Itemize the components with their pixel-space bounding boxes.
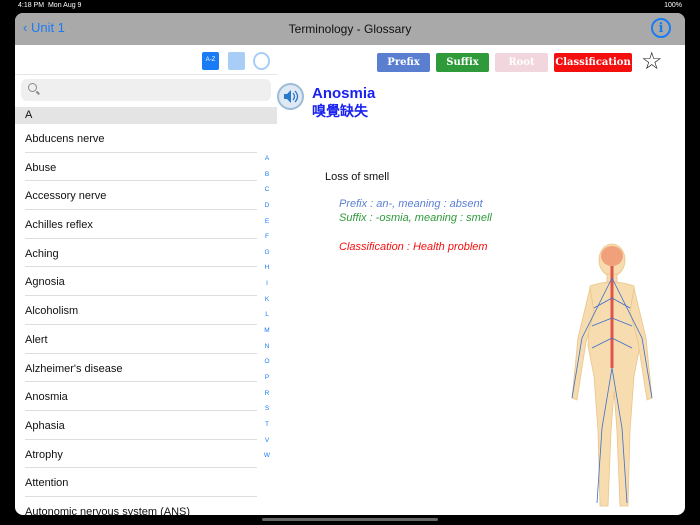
prefix-meaning: Prefix : an-, meaning : absent	[339, 198, 483, 210]
index-letter[interactable]: F	[262, 233, 272, 249]
index-letter[interactable]: K	[262, 296, 272, 312]
index-letter[interactable]: P	[262, 374, 272, 390]
index-letter[interactable]: I	[262, 280, 272, 296]
list-item[interactable]: Autonomic nervous system (ANS)	[25, 497, 257, 515]
status-date: Mon Aug 9	[47, 2, 82, 9]
page-title: Terminology - Glossary	[288, 22, 412, 36]
speaker-icon[interactable]	[277, 83, 304, 110]
term-chinese: 嗅覺缺失	[312, 104, 368, 120]
back-label: Unit 1	[30, 20, 65, 35]
status-time: 4:18 PM	[18, 2, 45, 9]
index-letter[interactable]: S	[262, 405, 272, 421]
index-letter[interactable]: N	[262, 343, 272, 359]
classification-button[interactable]: Classification	[554, 53, 632, 72]
search-icon	[28, 83, 37, 92]
bookmark-file-icon[interactable]	[228, 52, 245, 70]
list-item[interactable]: Atrophy	[25, 440, 257, 469]
alphabet-index[interactable]: ABCDEFGHIKLMNOPRSTVW	[262, 155, 272, 468]
index-letter[interactable]: T	[262, 421, 272, 437]
index-letter[interactable]: R	[262, 390, 272, 406]
status-bar: 4:18 PM Mon Aug 9 100%	[0, 0, 700, 12]
app-window: ‹ Unit 1 Terminology - Glossary i A-Z A …	[15, 13, 685, 515]
list-item[interactable]: Attention	[25, 468, 257, 497]
list-item[interactable]: Achilles reflex	[25, 210, 257, 239]
list-item[interactable]: Aching	[25, 239, 257, 268]
battery-level: 100%	[664, 2, 682, 9]
index-letter[interactable]: G	[262, 249, 272, 265]
list-item[interactable]: Agnosia	[25, 267, 257, 297]
az-sort-icon[interactable]: A-Z	[202, 52, 219, 70]
term-title: Anosmia	[312, 85, 376, 102]
index-letter[interactable]: B	[262, 171, 272, 187]
index-letter[interactable]: M	[262, 327, 272, 343]
navigation-bar: ‹ Unit 1 Terminology - Glossary i	[15, 13, 685, 45]
index-letter[interactable]: V	[262, 437, 272, 453]
search-input[interactable]	[21, 79, 271, 101]
index-letter[interactable]: H	[262, 264, 272, 280]
index-letter[interactable]: E	[262, 218, 272, 234]
list-item[interactable]: Alcoholism	[25, 296, 257, 325]
suffix-meaning: Suffix : -osmia, meaning : smell	[339, 212, 492, 224]
list-item[interactable]: Alzheimer's disease	[25, 354, 257, 383]
index-letter[interactable]: A	[262, 155, 272, 171]
list-item[interactable]: Aphasia	[25, 411, 257, 440]
list-item[interactable]: Abuse	[25, 153, 257, 182]
home-indicator[interactable]	[262, 518, 438, 521]
definition: Loss of smell	[325, 171, 390, 183]
list-item[interactable]: Alert	[25, 325, 257, 354]
list-item[interactable]: Accessory nerve	[25, 181, 257, 211]
index-letter[interactable]: L	[262, 311, 272, 327]
index-letter[interactable]: C	[262, 186, 272, 202]
index-letter[interactable]: W	[262, 452, 272, 468]
index-letter[interactable]: D	[262, 202, 272, 218]
nervous-system-illustration	[571, 243, 653, 507]
prefix-button[interactable]: Prefix	[377, 53, 430, 72]
section-header: A	[15, 107, 277, 124]
list-item[interactable]: Abducens nerve	[25, 124, 257, 153]
favorite-star-icon[interactable]: ☆	[641, 47, 663, 76]
back-button[interactable]: ‹ Unit 1	[23, 20, 65, 35]
info-icon[interactable]: i	[651, 18, 671, 38]
list-item[interactable]: Anosmia	[25, 382, 257, 411]
list-toolbar: A-Z	[15, 45, 277, 75]
glossary-list-pane: A-Z A Abducens nerve Abuse Accessory nerve…	[15, 45, 277, 515]
classification-text: Classification : Health problem	[339, 241, 488, 253]
root-button[interactable]: Root	[495, 53, 548, 72]
suffix-button[interactable]: Suffix	[436, 53, 489, 72]
index-letter[interactable]: O	[262, 358, 272, 374]
history-icon[interactable]	[253, 52, 270, 70]
